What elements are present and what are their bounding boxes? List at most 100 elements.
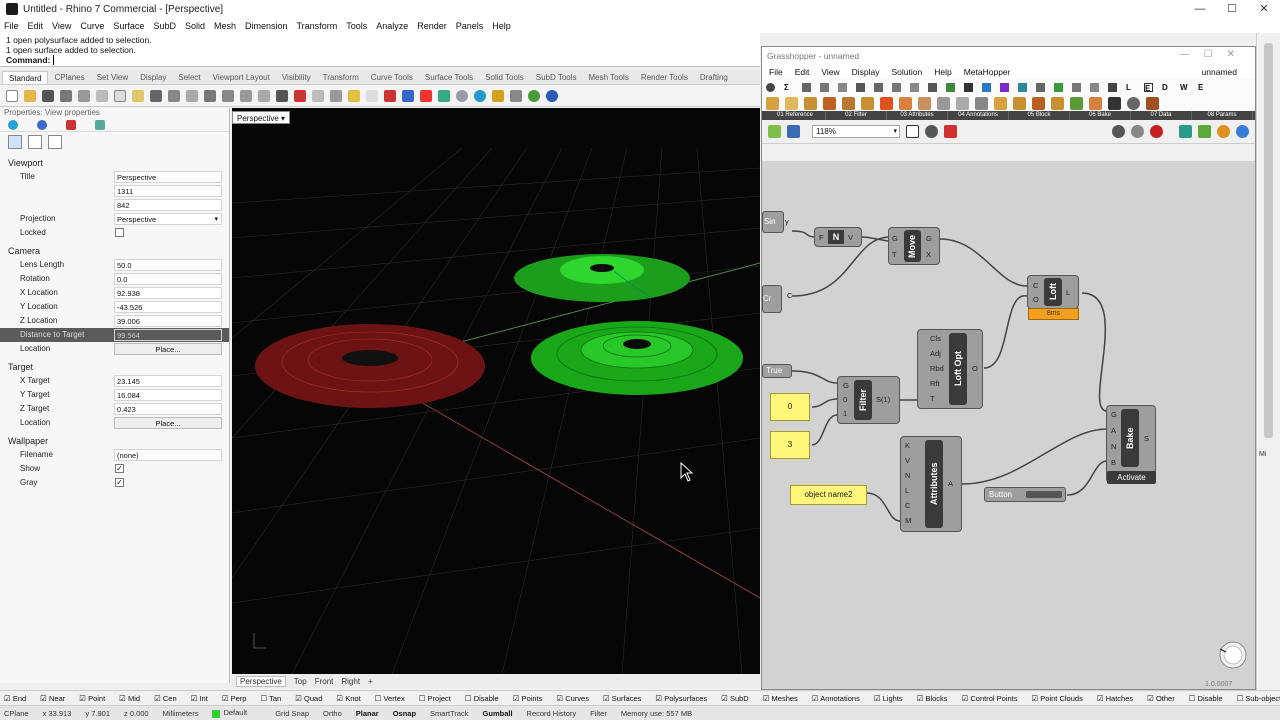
annotations-icon[interactable] bbox=[937, 96, 950, 110]
attributes-component[interactable]: K V N L C M Attributes A bbox=[900, 436, 962, 532]
menu-mesh[interactable]: Mesh bbox=[214, 21, 236, 31]
filter-sub-object[interactable]: ☐ Sub-object bbox=[1237, 694, 1280, 703]
metahopper-tab-icon[interactable] bbox=[1036, 82, 1045, 92]
filter-annotations[interactable]: ☑ Annotations bbox=[812, 694, 867, 703]
block2-icon[interactable] bbox=[1013, 96, 1026, 110]
annotations2-icon[interactable] bbox=[956, 96, 969, 110]
rotate-view-icon[interactable] bbox=[186, 89, 198, 102]
weaverbird-tab-icon[interactable] bbox=[1018, 82, 1027, 92]
viewport-tab-perspective[interactable]: Perspective bbox=[236, 675, 286, 687]
copy-icon[interactable] bbox=[114, 89, 126, 102]
filter-control-points[interactable]: ☑ Control Points bbox=[962, 694, 1025, 703]
params-icon[interactable] bbox=[1108, 96, 1121, 110]
attributes-icon[interactable] bbox=[880, 96, 893, 110]
ladybug-tab-icon[interactable] bbox=[1108, 82, 1117, 92]
status-layer[interactable]: Default bbox=[212, 708, 261, 718]
filter-lights[interactable]: ☑ Lights bbox=[874, 694, 910, 703]
tab-solid-tools[interactable]: Solid Tools bbox=[479, 71, 530, 84]
zoom-selected-icon[interactable] bbox=[258, 89, 270, 102]
disable-solver-icon[interactable] bbox=[1150, 125, 1163, 138]
osnap-project[interactable]: ☐ Project bbox=[419, 694, 458, 703]
gh-menu-file[interactable]: File bbox=[769, 67, 783, 77]
boolean-true-component[interactable]: True bbox=[762, 364, 792, 378]
status-record-history[interactable]: Record History bbox=[527, 709, 577, 718]
lunchbox-tab-icon[interactable] bbox=[946, 82, 955, 92]
menu-subd[interactable]: SubD bbox=[153, 21, 176, 31]
light-icon[interactable] bbox=[366, 89, 378, 102]
texture-tab-icon[interactable] bbox=[66, 119, 76, 130]
osnap-tan[interactable]: ☐ Tan bbox=[260, 694, 288, 703]
data-icon[interactable] bbox=[1051, 96, 1064, 110]
osnap-vertex[interactable]: ☐ Vertex bbox=[375, 694, 412, 703]
sigma-tab-icon[interactable]: Σ bbox=[784, 83, 793, 92]
display-icon[interactable] bbox=[48, 135, 62, 149]
menu-render[interactable]: Render bbox=[417, 21, 447, 31]
osnap-knot[interactable]: ☑ Knot bbox=[336, 694, 367, 703]
preview-eye-icon[interactable] bbox=[925, 125, 938, 138]
z-target-field[interactable]: 0.423 bbox=[114, 403, 222, 415]
x-location-field[interactable]: 92.938 bbox=[114, 287, 222, 299]
minimize-button[interactable]: — bbox=[1184, 0, 1216, 18]
filter-icon[interactable] bbox=[823, 96, 836, 110]
material-icon[interactable] bbox=[420, 89, 432, 102]
dock-tab-label[interactable]: Mi bbox=[1259, 451, 1266, 458]
button-toggle-bar[interactable] bbox=[1026, 491, 1062, 498]
osnap-perp[interactable]: ☑ Perp bbox=[222, 694, 254, 703]
add-viewport-button[interactable]: + bbox=[368, 677, 373, 686]
display-tab-icon[interactable] bbox=[910, 82, 919, 92]
camera-icon[interactable] bbox=[8, 135, 22, 149]
reference3-icon[interactable] bbox=[804, 96, 817, 110]
pufferfish-tab-icon[interactable] bbox=[982, 82, 991, 92]
sin-component[interactable]: Sin bbox=[762, 211, 784, 233]
help-icon[interactable] bbox=[546, 89, 558, 102]
menu-solid[interactable]: Solid bbox=[185, 21, 205, 31]
pan-icon[interactable] bbox=[168, 89, 180, 102]
status-grid-snap[interactable]: Grid Snap bbox=[275, 709, 309, 718]
vertical-scrollbar[interactable] bbox=[1264, 43, 1273, 438]
render-icon[interactable] bbox=[438, 89, 450, 102]
gh-menu-help[interactable]: Help bbox=[934, 67, 951, 77]
tab-curve-tools[interactable]: Curve Tools bbox=[365, 71, 419, 84]
maximize-button[interactable]: ☐ bbox=[1216, 0, 1248, 18]
params2-icon[interactable] bbox=[1127, 96, 1140, 110]
sphere-icon[interactable] bbox=[456, 89, 468, 102]
tab-subd-tools[interactable]: SubD Tools bbox=[530, 71, 583, 84]
reference-icon[interactable] bbox=[766, 96, 779, 110]
osnap-cen[interactable]: ☑ Cen bbox=[154, 694, 184, 703]
quick-icon-b[interactable] bbox=[1198, 125, 1211, 138]
quick-icon-a[interactable] bbox=[1179, 125, 1192, 138]
osnap-disable[interactable]: ☐ Disable bbox=[465, 694, 506, 703]
filter-points[interactable]: ☑ Points bbox=[513, 694, 550, 703]
heteroptera-tab-icon[interactable] bbox=[1054, 82, 1063, 92]
material-tab-icon[interactable] bbox=[37, 119, 47, 130]
ribbon-tab-params[interactable]: 08 Params bbox=[1192, 111, 1253, 120]
ribbon-tab-filter[interactable]: 02 Filter bbox=[826, 111, 887, 120]
point-icon[interactable] bbox=[312, 89, 324, 102]
filter2-icon[interactable] bbox=[842, 96, 855, 110]
close-button[interactable]: ✕ bbox=[1248, 0, 1280, 18]
shade-icon[interactable] bbox=[474, 89, 486, 102]
grasshopper-icon[interactable] bbox=[528, 89, 540, 102]
properties-icon[interactable] bbox=[384, 89, 396, 102]
quick-icon-c[interactable] bbox=[1217, 125, 1230, 138]
filter-point-clouds[interactable]: ☑ Point Clouds bbox=[1031, 694, 1089, 703]
gray-checkbox[interactable]: ✓ bbox=[115, 478, 124, 487]
status-planar[interactable]: Planar bbox=[356, 709, 379, 718]
human-tab-icon[interactable] bbox=[964, 82, 973, 92]
curve-icon[interactable] bbox=[330, 89, 342, 102]
save-icon[interactable] bbox=[42, 89, 54, 102]
tab-viewport-layout[interactable]: Viewport Layout bbox=[207, 71, 276, 84]
filter-disable[interactable]: ☐ Disable bbox=[1189, 694, 1230, 703]
attributes2-icon[interactable] bbox=[899, 96, 912, 110]
filter-curves[interactable]: ☑ Curves bbox=[556, 694, 596, 703]
tab-visibility[interactable]: Visibility bbox=[276, 71, 317, 84]
gh-menu-edit[interactable]: Edit bbox=[795, 67, 810, 77]
layer-icon[interactable] bbox=[402, 89, 414, 102]
osnap-point[interactable]: ☑ Point bbox=[79, 694, 112, 703]
ribbon-tab-attributes[interactable]: 03 Attributes bbox=[887, 111, 948, 120]
settings-icon[interactable] bbox=[492, 89, 504, 102]
sketch-pen-icon[interactable] bbox=[944, 125, 957, 138]
data3-icon[interactable] bbox=[1089, 96, 1102, 110]
kangaroo-tab-icon[interactable] bbox=[928, 82, 937, 92]
osnap-int[interactable]: ☑ Int bbox=[191, 694, 215, 703]
